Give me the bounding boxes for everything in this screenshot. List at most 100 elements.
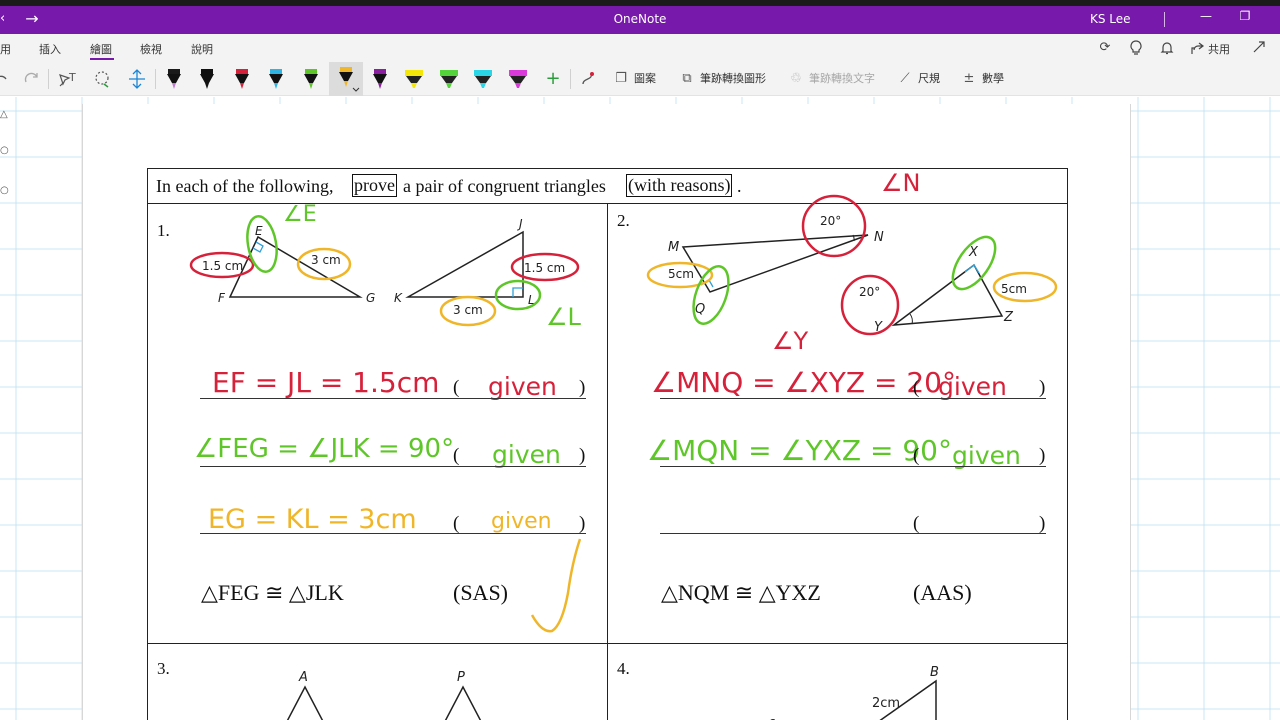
ink-angle-e: ∠E xyxy=(283,202,317,227)
shapes-icon: ❐ xyxy=(615,71,627,86)
title-separator xyxy=(1164,12,1165,27)
answer-line xyxy=(200,466,586,467)
share-icon[interactable] xyxy=(1189,40,1207,56)
ink-to-text-label: 筆跡轉換文字 xyxy=(809,72,875,85)
q2-statement-1: ∠MNQ = ∠XYZ = 20° xyxy=(651,366,956,399)
question-number-2: 2. xyxy=(617,211,630,230)
length-label: 1.5 cm xyxy=(524,261,565,275)
pen-icon[interactable] xyxy=(369,64,391,90)
title-bar: ‹ → OneNote KS Lee — ❐ xyxy=(0,6,1280,34)
q1-reason-1: given xyxy=(488,372,557,401)
instruction-text: a pair of congruent triangles xyxy=(403,176,606,196)
worksheet-table: In each of the following, prove a pair o… xyxy=(147,168,1068,720)
right-angle-marker-l xyxy=(512,287,523,297)
undo-icon[interactable] xyxy=(0,66,8,92)
paren-open: ( xyxy=(913,377,920,398)
user-name[interactable]: KS Lee xyxy=(1090,12,1150,26)
ruler-button[interactable]: ⟋ 尺規 xyxy=(896,70,940,88)
tab-help[interactable]: 說明 xyxy=(191,41,213,57)
q4-diagram: B 2cm 6cm xyxy=(768,665,939,720)
vertex-label-z: Z xyxy=(1003,310,1014,325)
lightbulb-icon[interactable] xyxy=(1127,40,1145,56)
vertex-label-g: G xyxy=(366,291,375,305)
q2-diagram: M N Q X Y Z 5cm 5cm 20° 20° xyxy=(646,194,1058,336)
back-arrow-icon[interactable]: ‹ xyxy=(0,11,10,27)
length-label: 2cm xyxy=(872,696,900,711)
vertex-label-x: X xyxy=(968,245,979,260)
add-pen-icon[interactable]: + xyxy=(544,66,562,92)
pen-icon[interactable] xyxy=(163,64,185,90)
app-title: OneNote xyxy=(613,12,667,26)
highlighter-icon[interactable] xyxy=(507,64,529,90)
worksheet-page[interactable]: In each of the following, prove a pair o… xyxy=(82,104,1131,720)
toolbar-separator xyxy=(48,69,49,89)
question-number-4: 4. xyxy=(617,659,630,678)
bell-icon[interactable] xyxy=(1158,40,1176,56)
shapes-button[interactable]: ❐ 圖案 xyxy=(612,70,656,88)
shapes-label: 圖案 xyxy=(634,72,656,85)
ribbon-tabs: 用 插入 繪圖 檢視 說明 ⟳ 共用 xyxy=(0,34,1280,62)
pen-icon[interactable] xyxy=(231,64,253,90)
answer-line xyxy=(200,398,586,399)
tab-insert[interactable]: 插入 xyxy=(39,41,61,57)
rail-circle-icon[interactable]: ○ xyxy=(0,145,10,157)
q1-reason-2: given xyxy=(492,440,561,469)
draw-toolbar: T + ❐ 圖案 ⧉ 筆跡轉換圖形 ♲ 筆跡轉換文字 ⟋ 尺規 ± 數學 xyxy=(0,62,1280,96)
math-button[interactable]: ± 數學 xyxy=(960,70,1004,88)
pen-icon[interactable] xyxy=(300,64,322,90)
maximize-icon[interactable]: ❐ xyxy=(1232,9,1258,29)
ink-to-text-button[interactable]: ♲ 筆跡轉換文字 xyxy=(787,70,875,88)
type-select-icon[interactable]: T xyxy=(57,66,79,92)
left-rail: △ ○ ○ xyxy=(0,97,14,720)
toolbar-separator xyxy=(155,69,156,89)
q2-conclusion-reason: (AAS) xyxy=(913,580,972,605)
highlighter-icon[interactable] xyxy=(403,64,425,90)
rail-circle-icon[interactable]: ○ xyxy=(0,185,10,197)
ruler-label: 尺規 xyxy=(918,72,940,85)
answer-line xyxy=(660,466,1046,467)
instruction-prove-boxed: prove xyxy=(352,174,397,197)
q1-conclusion-reason: (SAS) xyxy=(453,580,509,605)
q2-conclusion: △NQM ≅ △YXZ xyxy=(661,580,821,605)
length-label: 3 cm xyxy=(453,303,483,317)
highlighter-icon[interactable] xyxy=(438,64,460,90)
length-label: 3 cm xyxy=(311,253,341,267)
pen-icon[interactable] xyxy=(265,64,287,90)
paren-close: ) xyxy=(579,377,586,398)
ink-to-shape-label: 筆跡轉換圖形 xyxy=(700,72,766,85)
vertex-label-n: N xyxy=(874,230,884,245)
lasso-select-icon[interactable] xyxy=(91,66,113,92)
answer-line xyxy=(660,533,1046,534)
toolbar-separator xyxy=(570,69,571,89)
q3-diagram: A P xyxy=(286,670,482,720)
rail-arrow-icon[interactable]: △ xyxy=(0,109,10,121)
paren-close: ) xyxy=(1039,445,1046,466)
share-button[interactable]: 共用 xyxy=(1208,41,1230,57)
minimize-icon[interactable]: — xyxy=(1193,9,1219,29)
pen-icon[interactable] xyxy=(196,64,218,90)
vertex-label-f: F xyxy=(218,291,226,305)
ink-to-shape-button[interactable]: ⧉ 筆跡轉換圖形 xyxy=(678,70,766,88)
row-divider xyxy=(148,643,1067,644)
length-label: 5cm xyxy=(668,267,694,281)
ink-angle-l: ∠L xyxy=(546,303,581,331)
angle-arc-y xyxy=(909,313,913,325)
vertex-label-j: J xyxy=(517,217,523,231)
sync-icon[interactable]: ⟳ xyxy=(1096,40,1114,56)
forward-arrow-icon[interactable]: → xyxy=(20,9,44,29)
redo-icon[interactable] xyxy=(22,66,42,92)
ink-replay-icon[interactable] xyxy=(578,66,598,92)
add-space-icon[interactable] xyxy=(126,66,148,92)
highlighter-icon[interactable] xyxy=(472,64,494,90)
notebook-canvas[interactable]: △ ○ ○ In each of the following, prove a … xyxy=(0,97,1280,720)
ink-angle-y: ∠Y xyxy=(772,327,809,355)
expand-icon[interactable] xyxy=(1250,40,1268,56)
instruction-text: In each of the following, xyxy=(156,176,334,196)
vertex-label-p: P xyxy=(457,670,465,685)
tab-draw[interactable]: 繪圖 xyxy=(90,41,112,57)
paren-open: ( xyxy=(453,377,460,398)
pen-icon[interactable] xyxy=(329,62,363,96)
tab-home[interactable]: 用 xyxy=(0,41,11,57)
tab-view[interactable]: 檢視 xyxy=(140,41,162,57)
vertex-label-m: M xyxy=(668,240,679,255)
